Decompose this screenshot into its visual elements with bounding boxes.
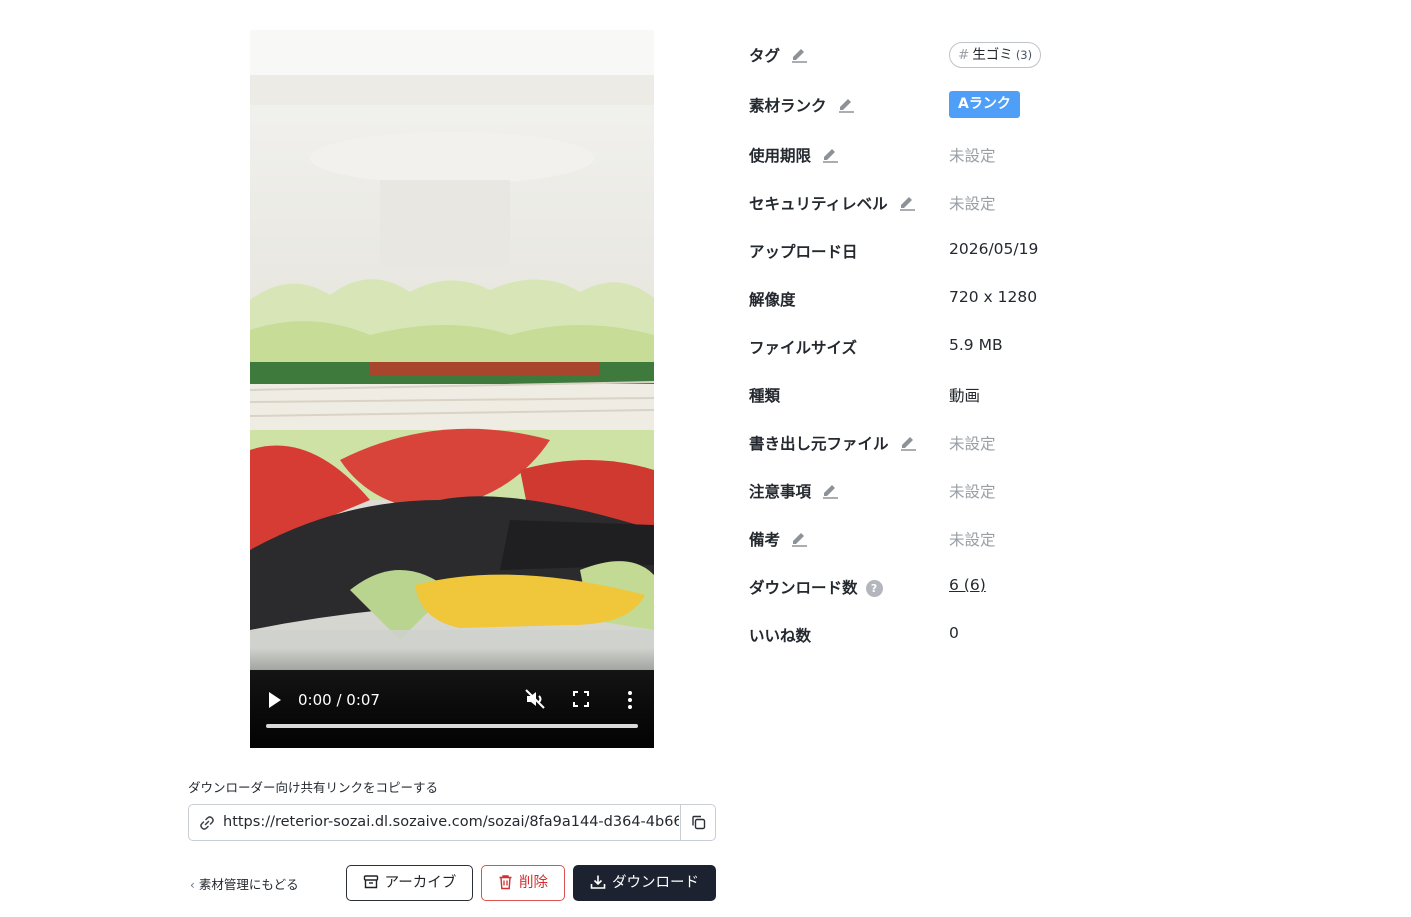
upload-date-value: 2026/05/19 (949, 240, 1039, 258)
link-icon (200, 816, 214, 830)
downloads-value[interactable]: 6 (6) (949, 576, 986, 594)
detail-row-remarks: 備考 未設定 (749, 514, 1169, 562)
back-link-label: 素材管理にもどる (198, 877, 299, 892)
download-icon (590, 875, 606, 889)
notes-value: 未設定 (949, 483, 996, 501)
more-icon[interactable] (624, 690, 636, 710)
resolution-label: 解像度 (749, 291, 796, 309)
detail-row-file-size: ファイルサイズ 5.9 MB (749, 322, 1169, 370)
security-label-text: セキュリティレベル (749, 195, 888, 213)
hash-icon: # (958, 47, 970, 63)
source-file-value: 未設定 (949, 435, 996, 453)
download-button[interactable]: ダウンロード (573, 865, 716, 901)
detail-label: 書き出し元ファイル (749, 432, 917, 454)
detail-row-kind: 種類 動画 (749, 370, 1169, 418)
video-time: 0:00 / 0:07 (298, 690, 380, 710)
download-label: ダウンロード (612, 875, 699, 891)
share-link-label: ダウンローダー向け共有リンクをコピーする (188, 780, 439, 795)
share-link-field[interactable]: https://reterior-sozai.dl.sozaive.com/so… (188, 804, 716, 841)
pencil-icon[interactable] (821, 145, 839, 163)
pencil-icon[interactable] (821, 481, 839, 499)
remarks-value: 未設定 (949, 531, 996, 549)
archive-button[interactable]: アーカイブ (346, 865, 473, 901)
upload-date-label: アップロード日 (749, 243, 858, 261)
rank-label-text: 素材ランク (749, 97, 827, 115)
detail-row-resolution: 解像度 720 x 1280 (749, 274, 1169, 322)
tag-count: (3) (1015, 48, 1033, 62)
share-url[interactable]: https://reterior-sozai.dl.sozaive.com/so… (223, 805, 679, 840)
remarks-label-text: 備考 (749, 531, 781, 549)
detail-label: 使用期限 (749, 144, 839, 166)
play-icon[interactable] (266, 690, 284, 710)
archive-label: アーカイブ (384, 875, 457, 891)
notes-label-text: 注意事項 (749, 483, 812, 501)
back-to-assets-link[interactable]: ‹ 素材管理にもどる (190, 874, 299, 893)
resolution-value: 720 x 1280 (949, 288, 1038, 306)
pencil-icon[interactable] (899, 433, 917, 451)
current-time: 0:00 (298, 691, 332, 709)
detail-row-rank: 素材ランク Aランク (749, 80, 1169, 128)
detail-row-tag: タグ # 生ゴミ (3) (749, 30, 1169, 78)
detail-row-expiry: 使用期限 未設定 (749, 130, 1169, 178)
file-size-label: ファイルサイズ (749, 339, 858, 357)
video-frame (250, 30, 654, 748)
file-size-value: 5.9 MB (949, 336, 1003, 354)
chevron-left-icon: ‹ (190, 878, 195, 892)
detail-label: 注意事項 (749, 480, 839, 502)
help-icon[interactable]: ? (865, 580, 883, 597)
expiry-value: 未設定 (949, 147, 996, 165)
tag-label-text: タグ (749, 47, 781, 65)
kind-value: 動画 (949, 387, 981, 405)
detail-row-likes: いいね数 0 (749, 610, 1169, 658)
tag-chip[interactable]: # 生ゴミ (3) (949, 42, 1042, 68)
detail-row-notes: 注意事項 未設定 (749, 466, 1169, 514)
rank-badge: Aランク (949, 91, 1020, 118)
video-progress-bar[interactable] (266, 724, 638, 728)
copy-button[interactable] (680, 805, 715, 840)
duration: 0:07 (346, 691, 380, 709)
pencil-icon[interactable] (837, 95, 855, 113)
tag-name: 生ゴミ (972, 47, 1013, 63)
detail-label: タグ (749, 44, 808, 66)
detail-row-security: セキュリティレベル 未設定 (749, 178, 1169, 226)
pencil-icon[interactable] (898, 193, 916, 211)
kind-label: 種類 (749, 387, 781, 405)
detail-label: 備考 (749, 528, 808, 550)
likes-label: いいね数 (749, 627, 812, 645)
downloads-label-text: ダウンロード数 (749, 579, 858, 597)
delete-button[interactable]: 削除 (481, 865, 565, 901)
trash-icon (499, 875, 512, 890)
archive-icon (363, 875, 378, 889)
fullscreen-icon[interactable] (572, 690, 590, 708)
detail-label: 素材ランク (749, 94, 855, 116)
expiry-label-text: 使用期限 (749, 147, 812, 165)
source-file-label-text: 書き出し元ファイル (749, 435, 889, 453)
detail-row-upload-date: アップロード日 2026/05/19 (749, 226, 1169, 274)
copy-icon (692, 815, 706, 830)
detail-label: ダウンロード数? (749, 576, 883, 598)
pencil-icon[interactable] (790, 45, 808, 63)
time-separator: / (331, 691, 347, 709)
video-player[interactable]: 0:00 / 0:07 (250, 30, 654, 748)
likes-value: 0 (949, 624, 959, 642)
detail-row-downloads: ダウンロード数? 6 (6) (749, 562, 1169, 610)
delete-label: 削除 (519, 875, 548, 891)
detail-label: セキュリティレベル (749, 192, 916, 214)
pencil-icon[interactable] (790, 529, 808, 547)
detail-row-source-file: 書き出し元ファイル 未設定 (749, 418, 1169, 466)
mute-icon[interactable] (524, 688, 546, 710)
security-value: 未設定 (949, 195, 996, 213)
